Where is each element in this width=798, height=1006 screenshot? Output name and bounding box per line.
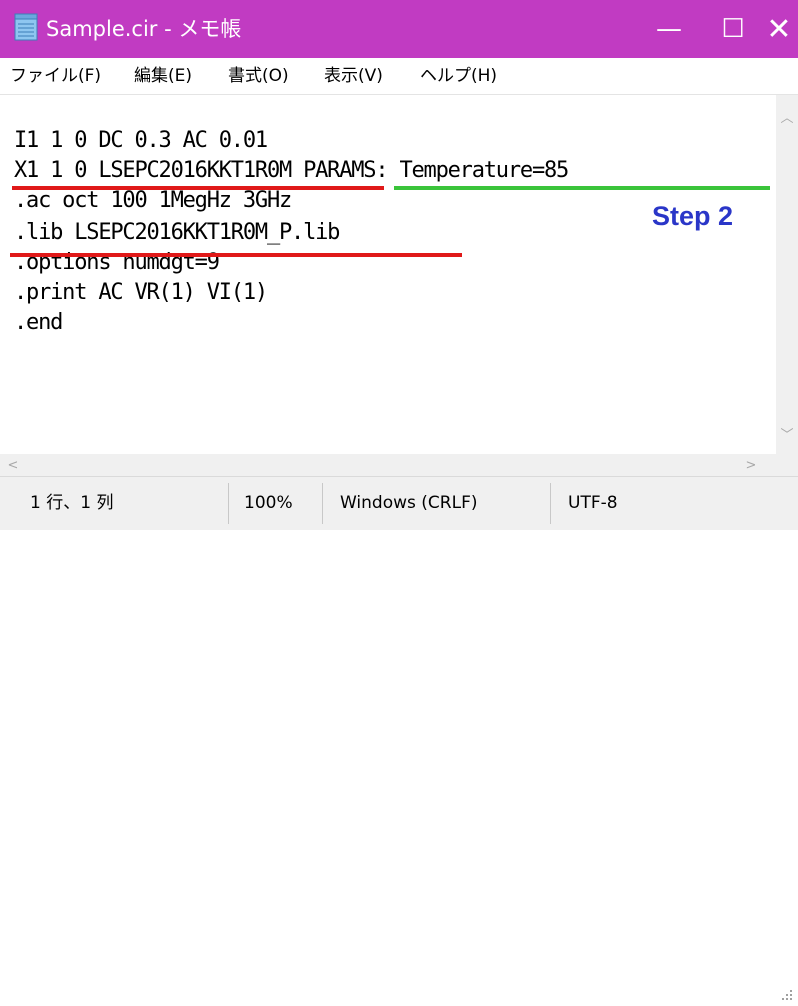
minimize-button[interactable]: —: [636, 0, 702, 58]
title-bar[interactable]: Sample.cir - メモ帳 — ☐ ✕: [0, 0, 798, 58]
window-title: Sample.cir - メモ帳: [46, 17, 242, 41]
status-encoding: UTF-8: [568, 493, 618, 513]
step-annotation: Step 2: [652, 201, 734, 231]
scroll-up-arrow-icon[interactable]: ︿: [776, 105, 798, 127]
menu-file[interactable]: ファイル(F): [10, 61, 101, 91]
editor-line: I1 1 0 DC 0.3 AC 0.01: [14, 128, 268, 153]
resize-grip-icon[interactable]: [780, 987, 794, 1001]
vertical-scrollbar[interactable]: ︿ ﹀: [776, 95, 798, 454]
editor-line: .lib LSEPC2016KKT1R0M_P.lib: [14, 220, 340, 245]
status-zoom: 100%: [244, 493, 293, 513]
status-divider: [550, 483, 551, 524]
status-line-ending: Windows (CRLF): [340, 493, 478, 513]
scrollbar-corner: [776, 454, 798, 476]
menu-view[interactable]: 表示(V): [324, 61, 383, 91]
close-button[interactable]: ✕: [760, 0, 798, 58]
status-bar: 1 行、1 列 100% Windows (CRLF) UTF-8: [0, 476, 798, 1000]
editor-line: .print AC VR(1) VI(1): [14, 280, 268, 305]
menu-edit[interactable]: 編集(E): [134, 61, 192, 91]
status-divider: [228, 483, 229, 524]
horizontal-scrollbar[interactable]: < >: [0, 454, 776, 476]
text-editor[interactable]: I1 1 0 DC 0.3 AC 0.01 X1 1 0 LSEPC2016KK…: [0, 95, 776, 454]
green-underline-params: [394, 186, 770, 190]
menu-bar: ファイル(F) 編集(E) 書式(O) 表示(V) ヘルプ(H): [0, 58, 798, 95]
status-cursor-position: 1 行、1 列: [30, 493, 114, 513]
scroll-left-arrow-icon[interactable]: <: [2, 454, 24, 476]
red-underline-lib: [10, 253, 462, 257]
menu-help[interactable]: ヘルプ(H): [420, 61, 497, 91]
status-divider: [322, 483, 323, 524]
scroll-down-arrow-icon[interactable]: ﹀: [776, 422, 798, 444]
notepad-icon[interactable]: [14, 13, 38, 41]
editor-line: X1 1 0 LSEPC2016KKT1R0M PARAMS: Temperat…: [14, 158, 569, 183]
menu-format[interactable]: 書式(O): [228, 61, 289, 91]
maximize-button[interactable]: ☐: [700, 0, 766, 58]
editor-line: .end: [14, 310, 63, 335]
scroll-right-arrow-icon[interactable]: >: [740, 454, 762, 476]
editor-line: .ac oct 100 1MegHz 3GHz: [14, 188, 292, 213]
red-underline-x1: [12, 186, 384, 190]
